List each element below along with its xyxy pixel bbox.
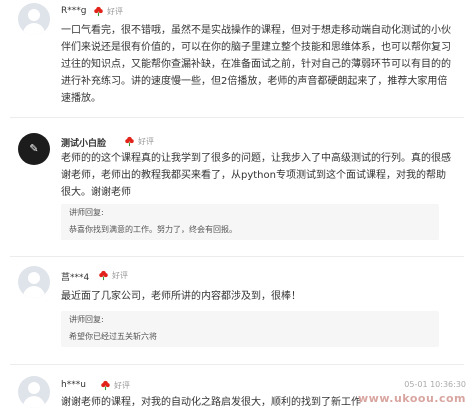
user-avatar[interactable] [18, 266, 50, 298]
instructor-reply: 讲师回复: 希望你已经过五关斩六将 [61, 311, 439, 347]
rating-label: 好评 [112, 271, 128, 280]
user-avatar[interactable] [18, 3, 50, 35]
rating-label: 好评 [114, 381, 130, 390]
red-flower-icon [94, 6, 103, 17]
rating-badge: 好评 [93, 6, 123, 17]
divider [10, 256, 464, 257]
rating-label: 好评 [107, 7, 123, 16]
rating-badge: 好评 [124, 136, 154, 147]
review-date: 05-01 10:36:30 [404, 380, 466, 389]
red-flower-icon [99, 270, 108, 281]
red-flower-icon [101, 380, 110, 391]
rating-badge: 好评 [100, 380, 130, 391]
review-username[interactable]: R***g [61, 6, 86, 16]
review-username[interactable]: 莒***4 [61, 270, 89, 283]
reply-label: 讲师回复: [69, 315, 104, 324]
reply-text: 希望你已经过五关斩六将 [69, 332, 157, 341]
instructor-reply: 讲师回复: 恭喜你找到满意的工作。努力了，终会有回报。 [61, 204, 439, 240]
rating-label: 好评 [138, 137, 154, 146]
site-watermark: www.ukoou.com [358, 392, 466, 405]
review-content: 老师的的这个课程真的让我学到了很多的问题，让我步入了中高级测试的行列。真的很感谢… [61, 153, 451, 198]
red-flower-icon [125, 136, 134, 147]
rating-badge: 好评 [98, 270, 128, 281]
reply-label: 讲师回复: [69, 208, 104, 217]
reply-text: 恭喜你找到满意的工作。努力了，终会有回报。 [69, 225, 237, 234]
review-content: 最近面了几家公司，老师所讲的内容都涉及到，很棒！ [61, 291, 301, 302]
user-avatar[interactable] [18, 376, 50, 408]
review-content: 一口气看完，很不错哦，虽然不是实战操作的课程，但对于想走移动端自动化测试的小伙伴… [61, 25, 451, 104]
divider [10, 117, 464, 118]
review-username[interactable]: 测试小白脸 [61, 136, 106, 149]
review-username[interactable]: h***u [61, 380, 86, 390]
divider [10, 364, 464, 365]
user-avatar[interactable]: ✎ [18, 133, 50, 165]
